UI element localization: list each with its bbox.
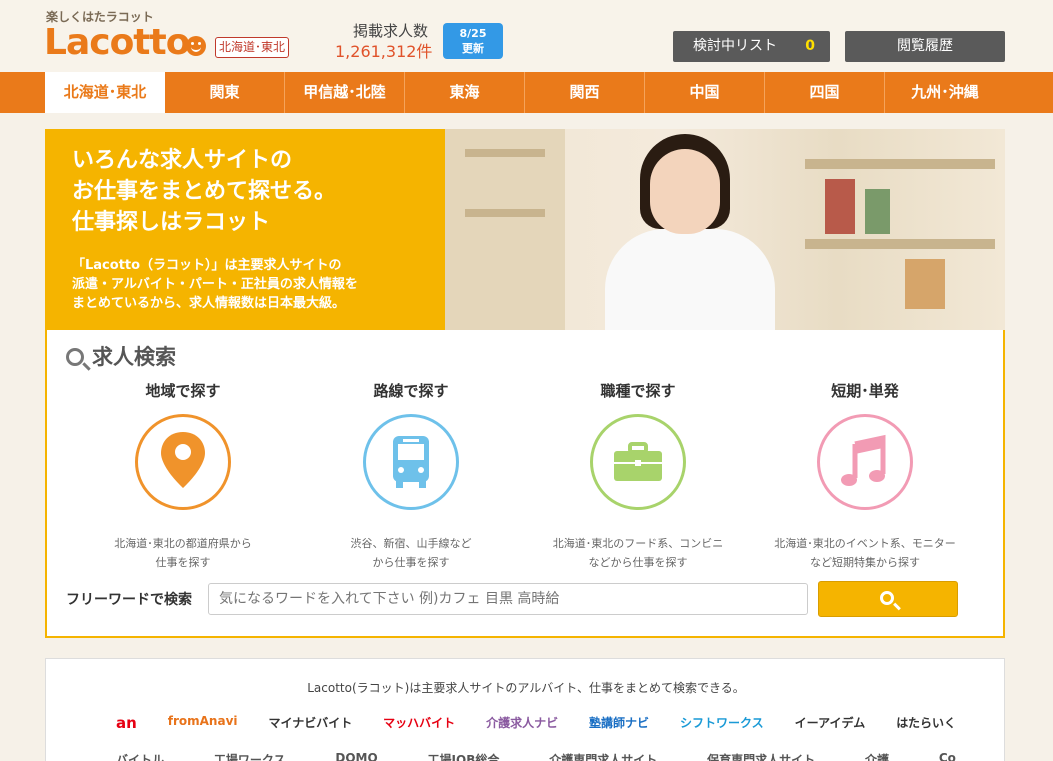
partner-logo[interactable]: イーアイデム (795, 714, 866, 732)
partner-logo[interactable]: マッハバイト (383, 714, 455, 732)
partner-logo[interactable]: バイトル (116, 751, 164, 761)
search-short-term[interactable]: 短期･単発 北海道･東北のイベント系、モニター など短期特集から探す (765, 380, 965, 572)
category-desc: から仕事を探す (372, 556, 450, 569)
person-body (605, 229, 775, 330)
freeword-search-input[interactable] (208, 583, 808, 615)
partner-logo[interactable]: 工場ワークス (214, 751, 286, 761)
hero-title-line: いろんな求人サイトの (72, 148, 293, 173)
saved-list-count: 0 (805, 38, 815, 54)
category-title: 地域で探す (145, 382, 221, 400)
search-by-job-type[interactable]: 職種で探す 北海道･東北のフード系、コンビニ などから仕事を探す (538, 380, 738, 572)
nav-kansai[interactable]: 関西 (525, 72, 645, 113)
nav-tokai[interactable]: 東海 (405, 72, 525, 113)
nav-kanto[interactable]: 関東 (165, 72, 285, 113)
partner-logo[interactable]: シフトワークス (680, 714, 764, 732)
music-note-icon[interactable] (817, 414, 913, 510)
search-icon (66, 348, 84, 366)
partner-logo[interactable]: はたらいく (896, 714, 956, 732)
search-icon (880, 591, 894, 605)
partner-logo[interactable]: an (116, 714, 137, 732)
category-desc: 仕事を探す (155, 556, 211, 569)
category-title: 短期･単発 (831, 382, 899, 400)
category-desc: 北海道･東北のイベント系、モニター (774, 537, 956, 550)
saved-list-button[interactable]: 検討中リスト 0 (673, 31, 830, 62)
partner-logo[interactable]: 介護専門求人サイト (549, 751, 657, 761)
partner-logo[interactable]: マイナビバイト (268, 714, 352, 732)
search-heading: 求人検索 (66, 341, 176, 371)
site-header: 楽しくはたラコット Lacotto 北海道･東北 掲載求人数 1,261,312… (0, 0, 1053, 72)
smile-logo-icon (186, 36, 206, 56)
nav-hokkaido-tohoku[interactable]: 北海道･東北 (45, 72, 165, 113)
search-heading-text: 求人検索 (92, 345, 176, 369)
category-desc: などから仕事を探す (588, 556, 688, 569)
nav-shikoku[interactable]: 四国 (765, 72, 885, 113)
partner-logos-row2: バイトル 工場ワークス DOMO 工場JOB総合 介護専門求人サイト 保育専門求… (116, 751, 956, 761)
freeword-search-button[interactable] (818, 581, 958, 617)
nav-chugoku[interactable]: 中国 (645, 72, 765, 113)
partner-logo[interactable]: 介護求人ナビ (486, 714, 558, 732)
hero-desc-line: まとめているから、求人情報数は日本最大級。 (72, 296, 346, 311)
search-by-line[interactable]: 路線で探す 渋谷、新宿、山手線など から仕事を探す (311, 380, 511, 572)
category-desc: など短期特集から探す (810, 556, 920, 569)
category-desc: 北海道･東北の都道府県から (114, 537, 252, 550)
nav-kyushu-okinawa[interactable]: 九州･沖縄 (885, 72, 1005, 113)
hero-title-line: 仕事探しはラコット (72, 210, 271, 235)
partner-sites-panel: Lacotto(ラコット)は主要求人サイトのアルバイト、仕事をまとめて検索できる… (45, 658, 1005, 761)
hero-desc-line: 「Lacotto（ラコット）」は主要求人サイトの (72, 258, 342, 273)
update-badge: 8/25 更新 (443, 23, 503, 59)
category-title: 職種で探す (600, 382, 676, 400)
category-desc: 北海道･東北のフード系、コンビニ (552, 537, 724, 550)
hero-description: 「Lacotto（ラコット）」は主要求人サイトの 派遣・アルバイト・パート・正社… (72, 256, 442, 313)
update-date: 8/25 (459, 27, 487, 40)
partner-logo[interactable]: 介護 (865, 751, 889, 761)
partner-logo[interactable]: 保育専門求人サイト (707, 751, 815, 761)
hero-title-line: お仕事をまとめて探せる。 (72, 179, 337, 204)
job-count-value: 1,261,312件 (335, 42, 433, 61)
bus-icon[interactable] (363, 414, 459, 510)
partner-logo[interactable]: Co (939, 751, 956, 761)
hero-desc-line: 派遣・アルバイト・パート・正社員の求人情報を (72, 277, 358, 292)
person-face (650, 149, 720, 234)
hero-photo (445, 129, 1005, 330)
category-title: 路線で探す (373, 382, 449, 400)
update-label: 更新 (462, 42, 484, 55)
region-nav: 北海道･東北 関東 甲信越･北陸 東海 関西 中国 四国 九州･沖縄 (0, 72, 1053, 113)
history-button[interactable]: 閲覧履歴 (845, 31, 1005, 62)
partner-logo[interactable]: 工場JOB総合 (428, 751, 500, 761)
partner-logo[interactable]: 塾講師ナビ (589, 714, 649, 732)
current-region-badge: 北海道･東北 (215, 37, 290, 58)
briefcase-icon[interactable] (590, 414, 686, 510)
nav-koshinetsu-hokuriku[interactable]: 甲信越･北陸 (285, 72, 405, 113)
saved-list-label: 検討中リスト (693, 38, 777, 54)
partner-logo[interactable]: DOMO (335, 751, 377, 761)
hero-title: いろんな求人サイトの お仕事をまとめて探せる。 仕事探しはラコット (72, 145, 442, 238)
partner-logos: an fromAnavi マイナビバイト マッハバイト 介護求人ナビ 塾講師ナビ… (116, 714, 956, 732)
map-pin-icon[interactable] (135, 414, 231, 510)
partner-logo[interactable]: fromAnavi (168, 714, 238, 732)
partner-description: Lacotto(ラコット)は主要求人サイトのアルバイト、仕事をまとめて検索できる… (307, 681, 745, 695)
category-desc: 渋谷、新宿、山手線など (350, 537, 472, 550)
search-by-area[interactable]: 地域で探す 北海道･東北の都道府県から 仕事を探す (83, 380, 283, 572)
freeword-label: フリーワードで検索 (66, 592, 192, 608)
site-logo[interactable]: Lacotto (44, 22, 190, 63)
